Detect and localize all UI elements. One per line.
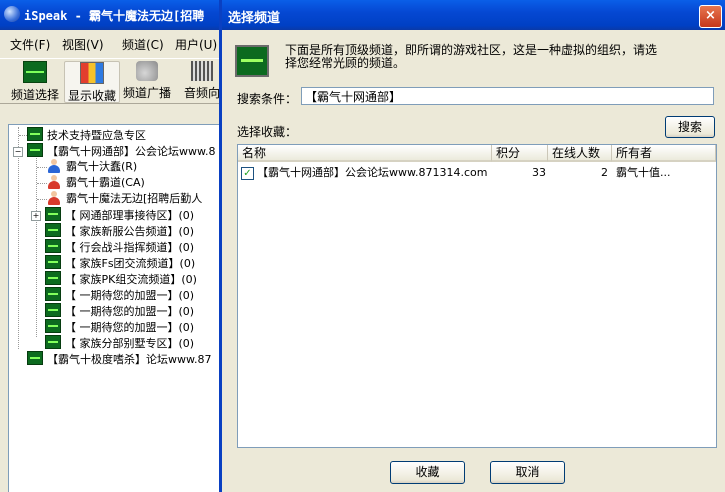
tree-channel-item[interactable]: 【 一期待您的加盟一】(0) <box>45 287 194 303</box>
column-header-online[interactable]: 在线人数 <box>548 145 612 162</box>
channel-select-button[interactable]: 频道选择 <box>8 61 62 102</box>
favorite-checkbox[interactable]: ✓ <box>241 167 254 180</box>
search-input[interactable]: 【霸气十网通部】 <box>301 87 714 105</box>
user-icon <box>47 191 61 205</box>
dialog-title-bar[interactable]: 选择频道 × <box>222 0 725 30</box>
show-favorites-button[interactable]: 显示收藏 <box>64 61 120 103</box>
channel-icon <box>27 351 43 365</box>
tree-item-label: 【霸气十网通部】公会论坛www.8 <box>47 145 216 158</box>
column-header-name[interactable]: 名称 <box>238 145 492 162</box>
channel-icon <box>45 223 61 237</box>
main-title-bar[interactable]: iSpeak - 霸气十魔法无边[招聘 <box>0 0 222 30</box>
row-owner: 霸气十值... <box>616 166 671 179</box>
tree-guide-line <box>36 153 37 337</box>
user-icon <box>47 159 61 173</box>
channel-icon <box>45 303 61 317</box>
tree-channel-item[interactable]: 【 家族分部别墅专区】(0) <box>45 335 194 351</box>
tree-item-label: 霸气十霸道(CA) <box>66 176 145 189</box>
main-toolbar: 频道选择 显示收藏 频道广播 音频向 <box>0 58 222 104</box>
tree-item-label: 技术支持暨应急专区 <box>47 129 146 142</box>
channel-icon <box>45 271 61 285</box>
channel-tree[interactable]: − + 技术支持暨应急专区 【霸气十网通部】公会论坛www.8 霸气十汏蠢(R)… <box>8 124 222 492</box>
tree-item-label: 【 网通部理事接待区】(0) <box>65 209 195 222</box>
ispeak-app-icon <box>4 6 20 22</box>
channel-icon <box>45 335 61 349</box>
tree-guide-line <box>37 183 47 184</box>
menu-bar: 文件(F) 视图(V) 频道(C) 用户(U) <box>0 34 222 54</box>
channel-list[interactable]: 名称 积分 在线人数 所有者 ✓ 【霸气十网通部】公会论坛www.871314.… <box>237 144 717 448</box>
collapse-toggle[interactable]: − <box>13 147 23 157</box>
dialog-title: 选择频道 <box>228 11 281 26</box>
channel-broadcast-label: 频道广播 <box>122 86 171 100</box>
select-channel-dialog: 选择频道 × 下面是所有顶级频道，即所谓的游戏社区，这是一种虚拟的组织，请选择您… <box>219 0 725 492</box>
tree-user-item[interactable]: 霸气十霸道(CA) <box>47 175 145 191</box>
row-score: 33 <box>532 166 546 179</box>
channel-icon <box>45 287 61 301</box>
tree-channel-item[interactable]: 【 网通部理事接待区】(0) <box>45 207 194 223</box>
tree-channel-item[interactable]: 【 家族PK组交流频道】(0) <box>45 271 197 287</box>
column-header-score[interactable]: 积分 <box>492 145 548 162</box>
search-button[interactable]: 搜索 <box>665 116 715 138</box>
add-favorite-button[interactable]: 收藏 <box>390 461 465 484</box>
channel-icon <box>27 143 43 157</box>
row-name: 【霸气十网通部】公会论坛www.871314.com <box>257 166 488 179</box>
tree-item-label: 【 家族分部别墅专区】(0) <box>65 337 195 350</box>
main-window-title: iSpeak - 霸气十魔法无边[招聘 <box>24 9 205 23</box>
tree-item-label: 霸气十汏蠢(R) <box>66 160 138 173</box>
tree-item-label: 【 一期待您的加盟一】(0) <box>65 305 195 318</box>
channel-wave-icon <box>235 45 269 77</box>
tree-item-label: 【 家族Fs团交流频道】(0) <box>65 257 196 270</box>
dialog-description: 下面是所有顶级频道，即所谓的游戏社区，这是一种虚拟的组织，请选择您经常光顾的频道… <box>285 43 658 70</box>
column-header-owner[interactable]: 所有者 <box>612 145 716 162</box>
tree-item-label: 【 家族PK组交流频道】(0) <box>65 273 197 286</box>
tree-user-item[interactable]: 霸气十魔法无边[招聘后勤人 <box>47 191 202 207</box>
tree-guide-line <box>37 199 47 200</box>
menu-file[interactable]: 文件(F) <box>10 36 50 53</box>
audio-label: 音频向 <box>183 86 220 100</box>
tree-channel-item[interactable]: 【霸气十极度嗜杀】论坛www.87 <box>27 351 211 367</box>
user-icon <box>47 175 61 189</box>
search-label: 搜索条件： <box>237 92 298 106</box>
menu-view[interactable]: 视图(V) <box>62 36 104 53</box>
show-favorites-label: 显示收藏 <box>67 89 116 103</box>
expand-toggle[interactable]: + <box>31 211 41 221</box>
tree-item-label: 【霸气十极度嗜杀】论坛www.87 <box>47 353 212 366</box>
list-item[interactable]: ✓ 【霸气十网通部】公会论坛www.871314.com 33 2 霸气十值..… <box>238 164 714 182</box>
tree-channel-item[interactable]: 【 一期待您的加盟一】(0) <box>45 303 194 319</box>
tree-item-label: 【 家族新服公告频道】(0) <box>65 225 195 238</box>
tree-channel-item[interactable]: 【 家族Fs团交流频道】(0) <box>45 255 195 271</box>
channel-icon <box>45 319 61 333</box>
tree-user-item[interactable]: 霸气十汏蠢(R) <box>47 159 137 175</box>
tree-item-label: 【 行会战斗指挥频道】(0) <box>65 241 195 254</box>
favorites-label: 选择收藏： <box>237 125 298 139</box>
favorites-book-icon <box>80 62 104 84</box>
tree-channel-item[interactable]: 【 家族新服公告频道】(0) <box>45 223 194 239</box>
tree-guide-line <box>37 167 47 168</box>
tree-channel-item[interactable]: 【霸气十网通部】公会论坛www.8 <box>27 143 215 159</box>
channel-icon <box>45 255 61 269</box>
tree-channel-item[interactable]: 【 一期待您的加盟一】(0) <box>45 319 194 335</box>
main-window: iSpeak - 霸气十魔法无边[招聘 文件(F) 视图(V) 频道(C) 用户… <box>0 0 222 492</box>
audio-button[interactable]: 音频向 <box>182 61 222 101</box>
channel-icon <box>45 239 61 253</box>
tree-channel-item[interactable]: 技术支持暨应急专区 <box>27 127 146 143</box>
close-icon[interactable]: × <box>699 5 722 28</box>
channel-broadcast-button[interactable]: 频道广播 <box>120 61 174 101</box>
channel-wave-icon <box>23 61 47 83</box>
channel-select-label: 频道选择 <box>10 88 59 102</box>
cancel-button[interactable]: 取消 <box>490 461 565 484</box>
tree-item-label: 霸气十魔法无边[招聘后勤人 <box>66 192 203 205</box>
channel-icon <box>27 127 43 141</box>
tree-item-label: 【 一期待您的加盟一】(0) <box>65 321 195 334</box>
channel-icon <box>45 207 61 221</box>
tree-guide-line <box>18 127 19 349</box>
satellite-dish-icon <box>136 61 158 81</box>
menu-user[interactable]: 用户(U) <box>175 36 217 53</box>
tree-item-label: 【 一期待您的加盟一】(0) <box>65 289 195 302</box>
row-online: 2 <box>601 166 608 179</box>
tree-channel-item[interactable]: 【 行会战斗指挥频道】(0) <box>45 239 194 255</box>
audio-grid-icon <box>191 61 213 81</box>
menu-channel[interactable]: 频道(C) <box>122 36 164 53</box>
